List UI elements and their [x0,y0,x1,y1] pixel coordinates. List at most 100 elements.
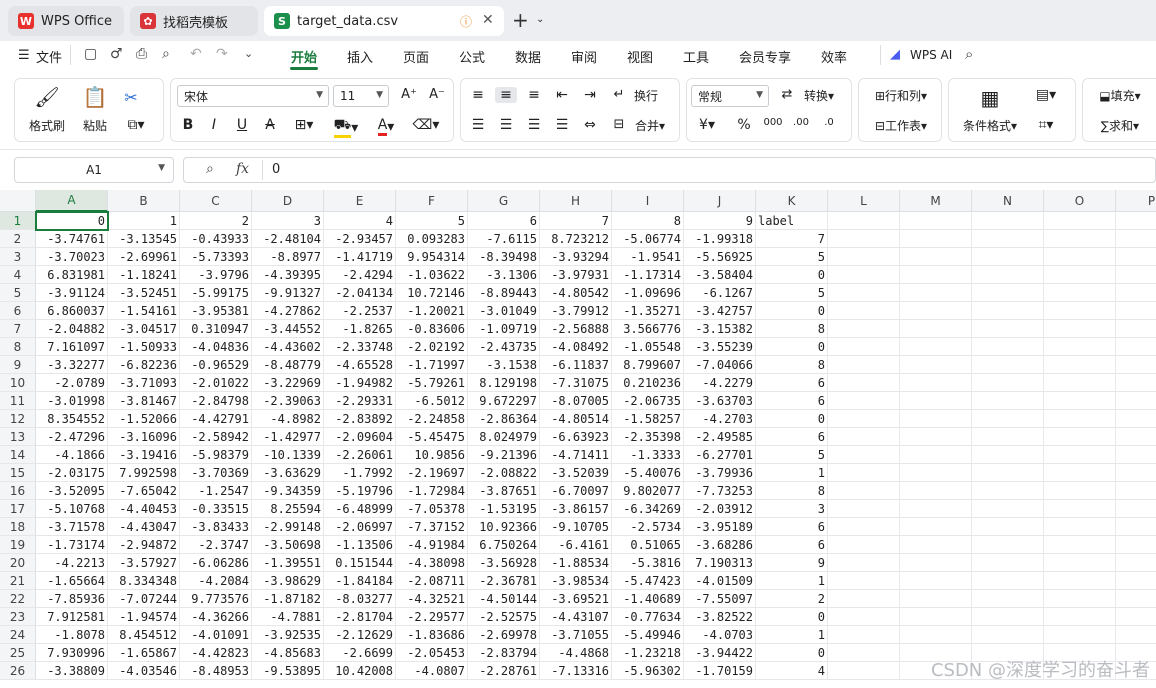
cell-m24[interactable] [900,626,972,644]
cell-e1[interactable]: 4 [324,212,396,230]
cell-k19[interactable]: 6 [756,536,828,554]
cell-l8[interactable] [828,338,900,356]
cell-d17[interactable]: 8.25594 [252,500,324,518]
cell-m22[interactable] [900,590,972,608]
cell-m12[interactable] [900,410,972,428]
cell-i1[interactable]: 8 [612,212,684,230]
cell-h24[interactable]: -3.71055 [540,626,612,644]
border-icon[interactable]: ⊞▾ [289,117,319,133]
cell-p23[interactable] [1116,608,1156,626]
cell-c24[interactable]: -4.01091 [180,626,252,644]
cell-h2[interactable]: 8.723212 [540,230,612,248]
cell-a18[interactable]: -3.71578 [36,518,108,536]
cell-k4[interactable]: 0 [756,266,828,284]
cell-f8[interactable]: -2.02192 [396,338,468,356]
cell-p22[interactable] [1116,590,1156,608]
cell-l2[interactable] [828,230,900,248]
decrease-indent-icon[interactable]: ⇤ [551,87,573,103]
cell-d20[interactable]: -1.39551 [252,554,324,572]
cell-n22[interactable] [972,590,1044,608]
cell-l24[interactable] [828,626,900,644]
cell-m15[interactable] [900,464,972,482]
align-bottom-icon[interactable]: ≡ [523,87,545,103]
menu-page[interactable]: 页面 [403,47,429,66]
column-header-o[interactable]: O [1044,190,1116,212]
cell-l10[interactable] [828,374,900,392]
cell-b13[interactable]: -3.16096 [108,428,180,446]
cell-j6[interactable]: -3.42757 [684,302,756,320]
increase-font-icon[interactable]: A⁺ [399,87,419,102]
cell-m5[interactable] [900,284,972,302]
cell-i6[interactable]: -1.35271 [612,302,684,320]
column-header-h[interactable]: H [540,190,612,212]
format-brush-label[interactable]: 格式刷 [25,117,69,134]
menu-file[interactable]: 文件 [36,47,62,66]
cell-h13[interactable]: -6.63923 [540,428,612,446]
cell-g24[interactable]: -2.69978 [468,626,540,644]
cell-k13[interactable]: 6 [756,428,828,446]
cell-k11[interactable]: 6 [756,392,828,410]
cell-j19[interactable]: -3.68286 [684,536,756,554]
cell-j21[interactable]: -4.01509 [684,572,756,590]
cell-o7[interactable] [1044,320,1116,338]
cell-p13[interactable] [1116,428,1156,446]
cell-e13[interactable]: -2.09604 [324,428,396,446]
cell-i3[interactable]: -1.9541 [612,248,684,266]
cell-f18[interactable]: -7.37152 [396,518,468,536]
cell-m17[interactable] [900,500,972,518]
cell-h10[interactable]: -7.31075 [540,374,612,392]
cell-j2[interactable]: -1.99318 [684,230,756,248]
cell-o6[interactable] [1044,302,1116,320]
cell-o14[interactable] [1044,446,1116,464]
cell-o10[interactable] [1044,374,1116,392]
cell-m13[interactable] [900,428,972,446]
row-header[interactable]: 9 [0,356,36,374]
row-header[interactable]: 10 [0,374,36,392]
hamburger-icon[interactable]: ☰ [18,48,30,63]
cell-c19[interactable]: -2.3747 [180,536,252,554]
cell-h7[interactable]: -2.56888 [540,320,612,338]
cell-i2[interactable]: -5.06774 [612,230,684,248]
cell-j16[interactable]: -7.73253 [684,482,756,500]
cell-e18[interactable]: -2.06997 [324,518,396,536]
cell-a20[interactable]: -4.2213 [36,554,108,572]
cell-n20[interactable] [972,554,1044,572]
cell-o18[interactable] [1044,518,1116,536]
column-header-l[interactable]: L [828,190,900,212]
cell-d1[interactable]: 3 [252,212,324,230]
cell-e9[interactable]: -4.65528 [324,356,396,374]
cell-h5[interactable]: -4.80542 [540,284,612,302]
cell-g14[interactable]: -9.21396 [468,446,540,464]
print-preview-icon[interactable]: ⌕ [162,46,170,62]
cell-m23[interactable] [900,608,972,626]
cell-i5[interactable]: -1.09696 [612,284,684,302]
cell-f2[interactable]: 0.093283 [396,230,468,248]
cell-i24[interactable]: -5.49946 [612,626,684,644]
column-header-e[interactable]: E [324,190,396,212]
cell-d5[interactable]: -9.91327 [252,284,324,302]
conditional-format-button[interactable]: 条件格式 ▾ [957,117,1023,134]
cell-e14[interactable]: -2.26061 [324,446,396,464]
cell-b22[interactable]: -7.07244 [108,590,180,608]
cell-n10[interactable] [972,374,1044,392]
cell-k9[interactable]: 8 [756,356,828,374]
column-header-j[interactable]: J [684,190,756,212]
cell-n14[interactable] [972,446,1044,464]
justify-icon[interactable]: ☰ [551,117,573,133]
cell-b26[interactable]: -4.03546 [108,662,180,680]
cell-i16[interactable]: 9.802077 [612,482,684,500]
convert-button[interactable]: 转换 ▾ [797,87,841,104]
cell-j20[interactable]: 7.190313 [684,554,756,572]
cell-f5[interactable]: 10.72146 [396,284,468,302]
cell-i20[interactable]: -5.3816 [612,554,684,572]
cell-o21[interactable] [1044,572,1116,590]
cell-a9[interactable]: -3.32277 [36,356,108,374]
cell-h20[interactable]: -1.88534 [540,554,612,572]
select-all-corner[interactable] [0,190,36,212]
cell-i22[interactable]: -1.40689 [612,590,684,608]
cell-h19[interactable]: -6.4161 [540,536,612,554]
cell-f15[interactable]: -2.19697 [396,464,468,482]
cell-n3[interactable] [972,248,1044,266]
cell-d13[interactable]: -1.42977 [252,428,324,446]
cell-m20[interactable] [900,554,972,572]
